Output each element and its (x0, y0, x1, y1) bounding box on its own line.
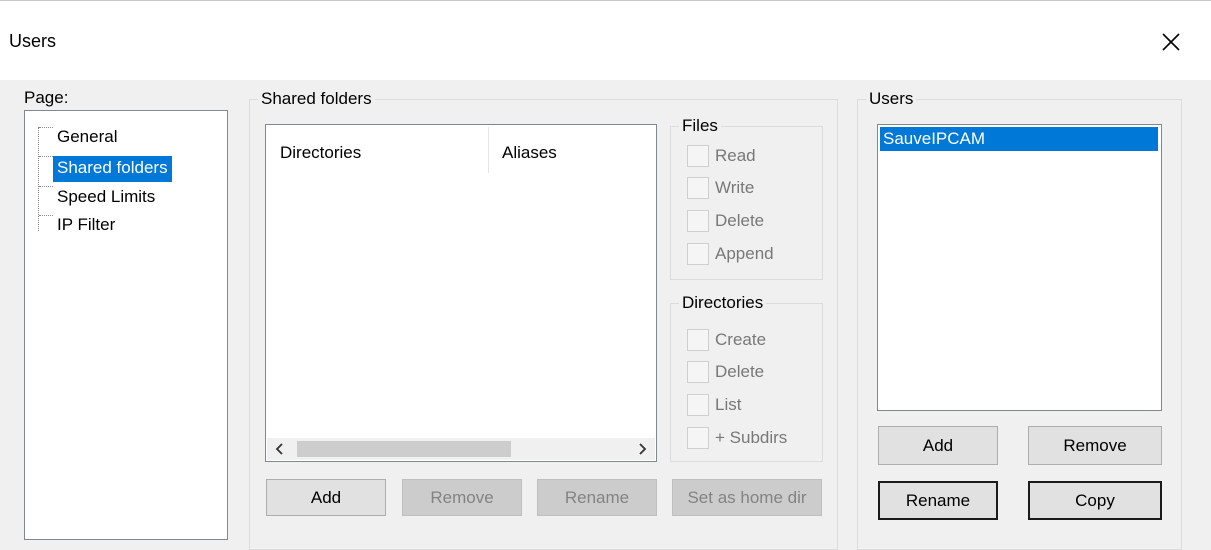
files-title: Files (682, 116, 718, 135)
page-label: Page: (24, 88, 69, 107)
checkbox-box (687, 427, 709, 449)
window-title: Users (9, 31, 57, 51)
user-item[interactable]: SauveIPCAM (880, 127, 1158, 151)
tree-item-ip-filter[interactable]: IP Filter (53, 213, 119, 239)
checkbox-label: Delete (715, 211, 765, 230)
tree-item-label: General (57, 127, 118, 146)
scroll-right-button[interactable] (631, 438, 653, 460)
tree-item-speed-limits[interactable]: Speed Limits (53, 185, 159, 211)
tree-item-label: IP Filter (57, 215, 116, 234)
tree-item-label: Speed Limits (57, 187, 156, 206)
tree-connector-stub (39, 215, 53, 216)
scroll-left-button[interactable] (269, 438, 291, 460)
column-separator[interactable] (488, 127, 489, 173)
checkbox-label: Write (715, 178, 755, 197)
chevron-left-icon (275, 443, 283, 455)
checkbox-box (687, 243, 709, 265)
tree-item-label: Shared folders (57, 158, 168, 177)
write-checkbox[interactable]: Write (687, 176, 754, 200)
delete-dir-checkbox[interactable]: Delete (687, 360, 764, 384)
tree-connector-stub (39, 127, 53, 128)
rename-user-button[interactable]: Rename (878, 481, 998, 520)
close-icon (1162, 33, 1180, 51)
close-button[interactable] (1150, 23, 1192, 61)
users-list[interactable]: SauveIPCAM (877, 124, 1162, 411)
checkbox-label: Create (715, 330, 767, 349)
add-folder-button[interactable]: Add (266, 479, 386, 516)
horizontal-scrollbar[interactable] (267, 438, 655, 460)
tree-item-shared-folders[interactable]: Shared folders (53, 156, 172, 182)
set-home-dir-button[interactable]: Set as home dir (672, 479, 822, 516)
scroll-thumb[interactable] (297, 441, 511, 457)
rename-folder-button[interactable]: Rename (537, 479, 657, 516)
checkbox-box (687, 210, 709, 232)
copy-user-button[interactable]: Copy (1028, 481, 1162, 520)
checkbox-box (687, 394, 709, 416)
read-checkbox[interactable]: Read (687, 144, 756, 168)
checkbox-label: Read (715, 146, 756, 165)
tree-item-general[interactable]: General (53, 125, 121, 151)
list-checkbox[interactable]: List (687, 393, 741, 417)
page-tree[interactable]: General Shared folders Speed Limits IP F… (24, 110, 228, 540)
checkbox-box (687, 145, 709, 167)
shared-folders-title: Shared folders (261, 89, 372, 108)
create-checkbox[interactable]: Create (687, 328, 766, 352)
checkbox-label: Append (715, 244, 774, 263)
subdirs-checkbox[interactable]: + Subdirs (687, 426, 787, 450)
tree-connector-stub (39, 186, 53, 187)
checkbox-box (687, 361, 709, 383)
delete-file-checkbox[interactable]: Delete (687, 209, 764, 233)
title-bar: Users (0, 0, 1211, 80)
checkbox-label: List (715, 395, 742, 414)
column-header-directories[interactable]: Directories (280, 143, 361, 163)
append-checkbox[interactable]: Append (687, 242, 774, 266)
remove-folder-button[interactable]: Remove (402, 479, 522, 516)
remove-user-button[interactable]: Remove (1028, 426, 1162, 465)
directories-title: Directories (682, 293, 764, 312)
tree-connector-stub (39, 156, 53, 157)
checkbox-label: Delete (715, 362, 765, 381)
checkbox-label: + Subdirs (715, 428, 788, 447)
add-user-button[interactable]: Add (878, 426, 998, 465)
checkbox-box (687, 177, 709, 199)
shared-folders-list[interactable]: Directories Aliases (265, 124, 657, 462)
checkbox-box (687, 329, 709, 351)
users-title: Users (869, 89, 914, 108)
chevron-right-icon (639, 443, 647, 455)
column-header-aliases[interactable]: Aliases (502, 143, 557, 163)
